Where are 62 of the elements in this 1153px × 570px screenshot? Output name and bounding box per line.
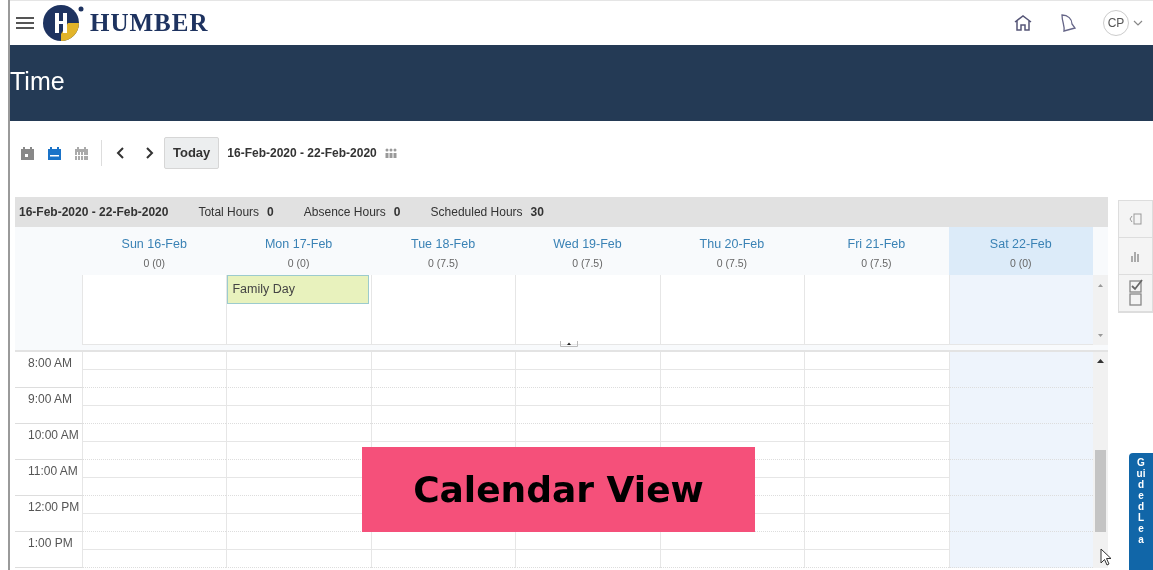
- day-name: Mon 17-Feb: [263, 236, 334, 253]
- scrollbar-thumb[interactable]: [1095, 450, 1106, 532]
- day-name: Sun 16-Feb: [120, 236, 188, 253]
- stat-value: 0: [267, 204, 274, 221]
- header-corner: [1093, 227, 1108, 275]
- time-label: 11:00 AM: [15, 460, 82, 496]
- day-header[interactable]: Sat 22-Feb 0 (0): [948, 227, 1093, 275]
- date-range: 16-Feb-2020 - 22-Feb-2020: [227, 145, 377, 162]
- day-view-icon[interactable]: [20, 145, 35, 161]
- week-view-icon[interactable]: [47, 145, 62, 161]
- cursor-icon: [1100, 548, 1112, 566]
- day-name: Fri 21-Feb: [846, 236, 907, 253]
- day-name: Sat 22-Feb: [988, 236, 1053, 253]
- brand-name: HUMBER: [90, 8, 209, 39]
- day-name: Thu 20-Feb: [698, 236, 766, 253]
- scrollbar[interactable]: [1093, 275, 1108, 345]
- home-icon[interactable]: [1013, 14, 1033, 32]
- month-view-icon[interactable]: [74, 145, 89, 161]
- scrollbar[interactable]: [1093, 352, 1108, 568]
- day-hours: 0 (7.5): [426, 255, 460, 271]
- time-label: 10:00 AM: [15, 424, 82, 460]
- time-label: 9:00 AM: [15, 388, 82, 424]
- checklist-icon: [1127, 279, 1144, 307]
- day-header[interactable]: Wed 19-Feb 0 (7.5): [515, 227, 660, 275]
- day-header[interactable]: Sun 16-Feb 0 (0): [82, 227, 227, 275]
- previous-icon[interactable]: [116, 147, 126, 159]
- time-label: 1:00 PM: [15, 532, 82, 568]
- day-hours: 0 (7.5): [860, 255, 893, 271]
- stat-label: Total Hours: [198, 204, 260, 221]
- time-label: 12:00 PM: [15, 496, 82, 532]
- day-hours: 0 (0): [1009, 255, 1033, 271]
- stat-value: 30: [530, 204, 544, 221]
- day-header[interactable]: Tue 18-Feb 0 (7.5): [370, 227, 516, 275]
- guided-learning-tab[interactable]: Guided Lea: [1129, 453, 1153, 570]
- day-hours: 0 (7.5): [715, 255, 749, 271]
- caption-tooltip: Calendar View: [362, 447, 755, 532]
- day-hours: 0 (0): [286, 255, 311, 271]
- panel-icon: [1128, 212, 1143, 226]
- chevron-down-icon[interactable]: [1133, 20, 1143, 26]
- time-label: 8:00 AM: [15, 352, 82, 388]
- bell-icon[interactable]: [1059, 13, 1077, 33]
- day-hours: 0 (7.5): [571, 255, 604, 271]
- bar-chart-icon: [1129, 250, 1142, 262]
- day-name: Wed 19-Feb: [552, 236, 623, 253]
- summary-date-range: 16-Feb-2020 - 22-Feb-2020: [19, 204, 169, 221]
- page-title: Time: [10, 67, 65, 95]
- stat-label: Scheduled Hours: [430, 204, 523, 221]
- day-header[interactable]: Mon 17-Feb 0 (0): [226, 227, 371, 275]
- day-name: Tue 18-Feb: [410, 236, 477, 253]
- collapse-handle[interactable]: [560, 341, 578, 347]
- logo-icon: [42, 4, 84, 42]
- day-header[interactable]: Fri 21-Feb 0 (7.5): [804, 227, 949, 275]
- day-header[interactable]: Thu 20-Feb 0 (7.5): [659, 227, 805, 275]
- people-icon[interactable]: [384, 147, 397, 159]
- menu-icon[interactable]: [16, 16, 34, 30]
- event-block[interactable]: Family Day: [227, 275, 369, 304]
- stat-label: Absence Hours: [303, 204, 386, 221]
- stat-value: 0: [393, 204, 401, 221]
- time-slot[interactable]: [226, 424, 371, 460]
- next-icon[interactable]: [144, 147, 154, 159]
- day-hours: 0 (0): [142, 255, 166, 271]
- today-button[interactable]: Today: [164, 137, 220, 169]
